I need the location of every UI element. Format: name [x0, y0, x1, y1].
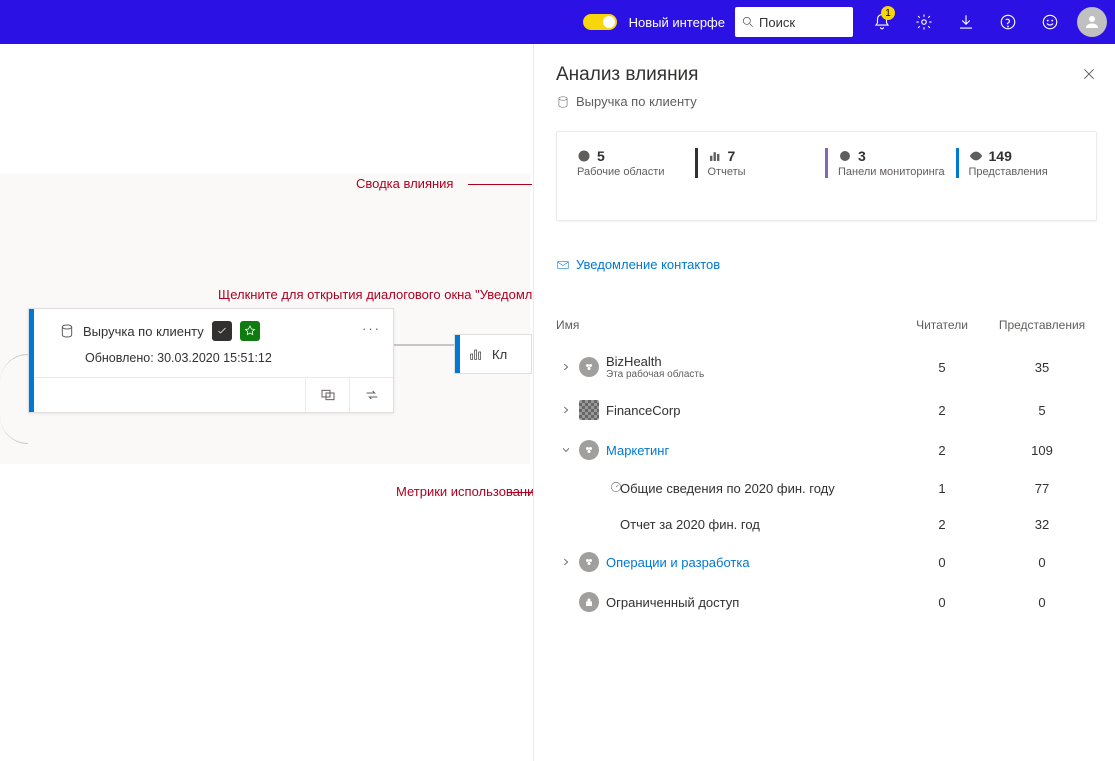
chart-icon	[468, 346, 484, 362]
node-related-button[interactable]	[305, 378, 349, 412]
row-views: 5	[987, 403, 1097, 418]
row-readers: 1	[897, 481, 987, 496]
col-views: Представления	[987, 318, 1097, 332]
expand-caret[interactable]	[556, 557, 576, 567]
workspace-badge-icon	[579, 552, 599, 572]
col-name: Имя	[556, 318, 897, 332]
search-input[interactable]: Поиск	[735, 7, 853, 37]
impact-panel: Анализ влияния Выручка по клиенту 5 Рабо…	[533, 44, 1115, 761]
panel-title: Анализ влияния	[556, 64, 1097, 86]
row-readers: 2	[897, 517, 987, 532]
usage-list: Имя Читатели Представления BizHealthЭта …	[556, 312, 1097, 622]
help-button[interactable]	[989, 0, 1027, 44]
workspace-icon	[577, 149, 591, 163]
mail-icon	[556, 258, 570, 272]
workspace-badge-icon	[579, 592, 599, 612]
row-title: FinanceCorp	[606, 403, 897, 418]
row-title: Общие сведения по 2020 фин. году	[620, 481, 897, 496]
dataset-icon	[59, 323, 75, 339]
notification-badge: 1	[881, 6, 895, 20]
row-readers: 2	[897, 443, 987, 458]
report-node[interactable]: Кл	[454, 334, 532, 374]
dataset-node[interactable]: Выручка по клиенту ··· Обновлено: 30.03.…	[28, 308, 394, 413]
certified-chip	[240, 321, 260, 341]
help-icon	[999, 13, 1017, 31]
feedback-button[interactable]	[1031, 0, 1069, 44]
summary-card: 5 Рабочие области 7 Отчеты 3 Панели мони…	[556, 131, 1097, 221]
row-views: 35	[987, 360, 1097, 375]
row-readers: 5	[897, 360, 987, 375]
endorsement-chip	[212, 321, 232, 341]
list-row[interactable]: BizHealthЭта рабочая область 5 35	[556, 344, 1097, 390]
download-button[interactable]	[947, 0, 985, 44]
node-more-button[interactable]: ···	[362, 321, 381, 336]
row-views: 77	[987, 481, 1097, 496]
row-views: 0	[987, 555, 1097, 570]
search-placeholder: Поиск	[759, 15, 795, 30]
node-swap-button[interactable]	[349, 378, 393, 412]
account-avatar[interactable]	[1077, 7, 1107, 37]
views-icon	[969, 149, 983, 163]
person-icon	[1083, 13, 1101, 31]
panel-subtitle: Выручка по клиенту	[576, 94, 697, 109]
dataset-icon	[556, 95, 570, 109]
report-icon	[708, 149, 722, 163]
list-row[interactable]: Ограниченный доступ 0 0	[556, 582, 1097, 622]
list-row[interactable]: Общие сведения по 2020 фин. году 1 77	[556, 470, 1097, 507]
expand-caret[interactable]	[556, 362, 576, 372]
download-icon	[957, 13, 975, 31]
list-row[interactable]: Операции и разработка 0 0	[556, 542, 1097, 582]
settings-button[interactable]	[905, 0, 943, 44]
row-title: Маркетинг	[606, 443, 897, 458]
workspace-image-icon	[579, 400, 599, 420]
panel-close-button[interactable]	[1081, 66, 1097, 85]
expand-caret[interactable]	[556, 445, 576, 455]
search-icon	[741, 15, 755, 29]
row-views: 0	[987, 595, 1097, 610]
notifications-button[interactable]: 1	[863, 0, 901, 44]
row-readers: 2	[897, 403, 987, 418]
dataset-title: Выручка по клиенту	[83, 324, 204, 339]
new-ui-label: Новый интерфе	[629, 15, 725, 30]
dataset-updated: Обновлено: 30.03.2020 15:51:12	[85, 351, 379, 365]
row-title: Операции и разработка	[606, 555, 897, 570]
smile-icon	[1041, 13, 1059, 31]
row-views: 109	[987, 443, 1097, 458]
report-node-label: Кл	[492, 347, 507, 362]
notify-contacts-link[interactable]: Уведомление контактов	[556, 257, 1097, 272]
workspace-badge-icon	[579, 357, 599, 377]
close-icon	[1081, 66, 1097, 82]
row-views: 32	[987, 517, 1097, 532]
annotation-summary: Сводка влияния	[356, 176, 453, 191]
top-header: Новый интерфе Поиск 1	[0, 0, 1115, 44]
row-title: Отчет за 2020 фин. год	[620, 517, 897, 532]
workspace-badge-icon	[579, 440, 599, 460]
dashboard-icon	[838, 149, 852, 163]
new-ui-toggle[interactable]	[583, 14, 617, 30]
col-readers: Читатели	[897, 318, 987, 332]
gear-icon	[915, 13, 933, 31]
expand-caret[interactable]	[556, 405, 576, 415]
list-row[interactable]: FinanceCorp 2 5	[556, 390, 1097, 430]
row-title: BizHealth	[606, 354, 897, 369]
row-readers: 0	[897, 595, 987, 610]
list-row[interactable]: Маркетинг 2 109	[556, 430, 1097, 470]
row-title: Ограниченный доступ	[606, 595, 897, 610]
row-readers: 0	[897, 555, 987, 570]
list-row[interactable]: Отчет за 2020 фин. год 2 32	[556, 507, 1097, 542]
